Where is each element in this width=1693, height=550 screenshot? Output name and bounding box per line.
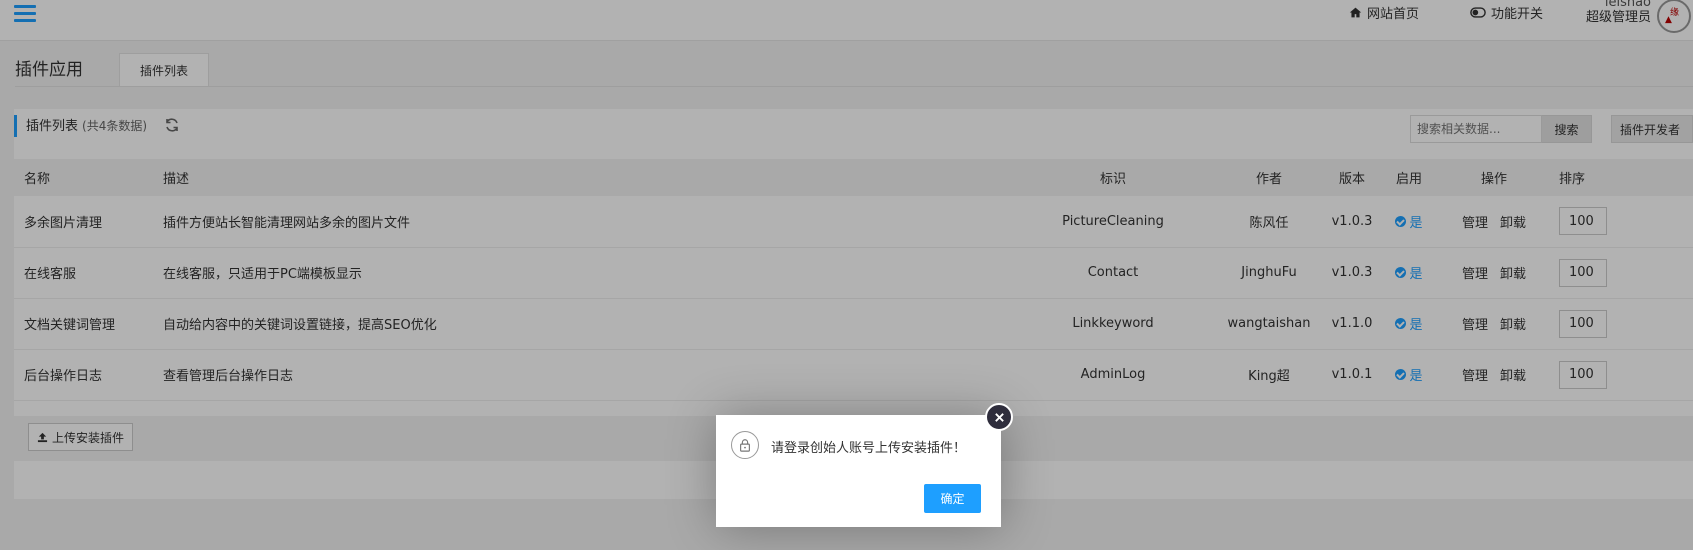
- close-icon[interactable]: [985, 403, 1013, 431]
- lock-icon: [731, 431, 759, 459]
- alert-dialog: 请登录创始人账号上传安装插件！ 确定: [716, 403, 1013, 527]
- confirm-button[interactable]: 确定: [924, 484, 981, 513]
- dialog-message: 请登录创始人账号上传安装插件！: [771, 441, 967, 456]
